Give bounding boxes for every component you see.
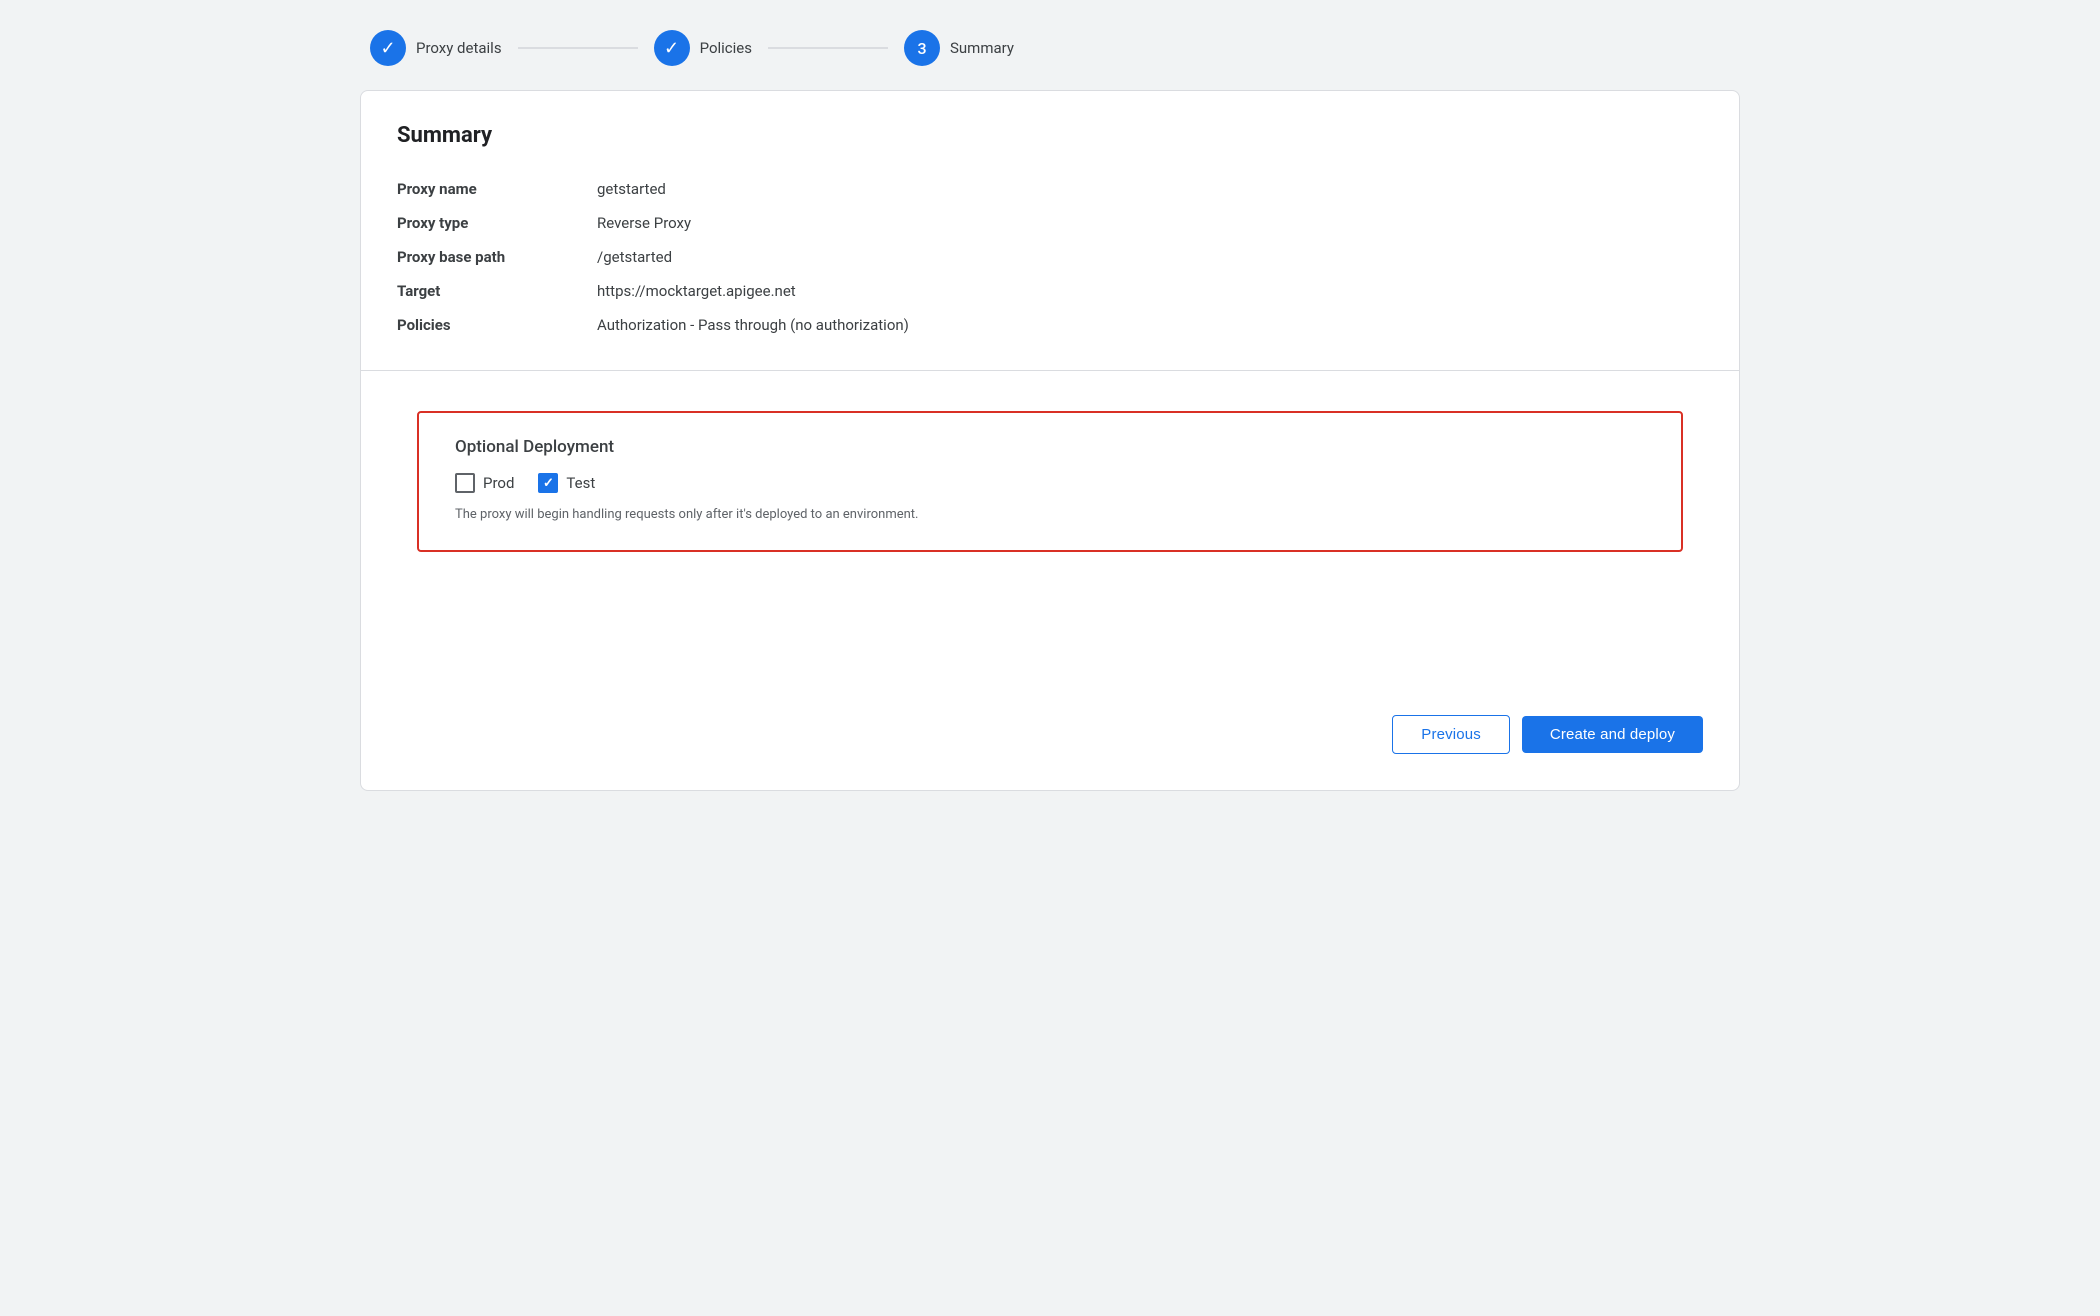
summary-key-proxy-base-path: Proxy base path bbox=[397, 240, 597, 274]
summary-value-proxy-type: Reverse Proxy bbox=[597, 206, 1703, 240]
checkbox-group: Prod Test bbox=[455, 473, 1645, 493]
summary-value-proxy-name: getstarted bbox=[597, 172, 1703, 206]
step-circle-policies bbox=[654, 30, 690, 66]
step-connector-1 bbox=[518, 47, 638, 49]
summary-value-policies: Authorization - Pass through (no authori… bbox=[597, 308, 1703, 342]
step-circle-proxy-details bbox=[370, 30, 406, 66]
summary-key-proxy-type: Proxy type bbox=[397, 206, 597, 240]
deployment-hint: The proxy will begin handling requests o… bbox=[455, 507, 1645, 522]
summary-value-target: https://mocktarget.apigee.net bbox=[597, 274, 1703, 308]
step-summary: 3 Summary bbox=[904, 30, 1014, 66]
step-label-proxy-details: Proxy details bbox=[416, 39, 502, 57]
footer-buttons: Previous Create and deploy bbox=[361, 691, 1739, 790]
deployment-section: Optional Deployment Prod Test The proxy … bbox=[417, 411, 1683, 552]
checkbox-label-prod: Prod bbox=[483, 474, 514, 492]
main-card: Summary Proxy name getstarted Proxy type… bbox=[360, 90, 1740, 791]
stepper: Proxy details Policies 3 Summary bbox=[360, 30, 1740, 66]
deployment-title: Optional Deployment bbox=[455, 437, 1645, 457]
checkbox-test[interactable] bbox=[538, 473, 558, 493]
create-deploy-button[interactable]: Create and deploy bbox=[1522, 716, 1703, 753]
summary-key-target: Target bbox=[397, 274, 597, 308]
page-container: Proxy details Policies 3 Summary Summary… bbox=[360, 30, 1740, 791]
checkbox-item-prod[interactable]: Prod bbox=[455, 473, 514, 493]
summary-value-proxy-base-path: /getstarted bbox=[597, 240, 1703, 274]
step-circle-summary: 3 bbox=[904, 30, 940, 66]
summary-section: Summary Proxy name getstarted Proxy type… bbox=[361, 91, 1739, 371]
step-policies: Policies bbox=[654, 30, 752, 66]
summary-key-policies: Policies bbox=[397, 308, 597, 342]
summary-table: Proxy name getstarted Proxy type Reverse… bbox=[397, 172, 1703, 342]
checkbox-label-test: Test bbox=[566, 474, 595, 492]
checkbox-prod[interactable] bbox=[455, 473, 475, 493]
step-proxy-details: Proxy details bbox=[370, 30, 502, 66]
previous-button[interactable]: Previous bbox=[1392, 715, 1510, 754]
checkbox-item-test[interactable]: Test bbox=[538, 473, 595, 493]
step-label-policies: Policies bbox=[700, 39, 752, 57]
card-body: Optional Deployment Prod Test The proxy … bbox=[361, 371, 1739, 691]
summary-title: Summary bbox=[397, 123, 1703, 148]
step-label-summary: Summary bbox=[950, 39, 1014, 57]
step-connector-2 bbox=[768, 47, 888, 49]
summary-key-proxy-name: Proxy name bbox=[397, 172, 597, 206]
